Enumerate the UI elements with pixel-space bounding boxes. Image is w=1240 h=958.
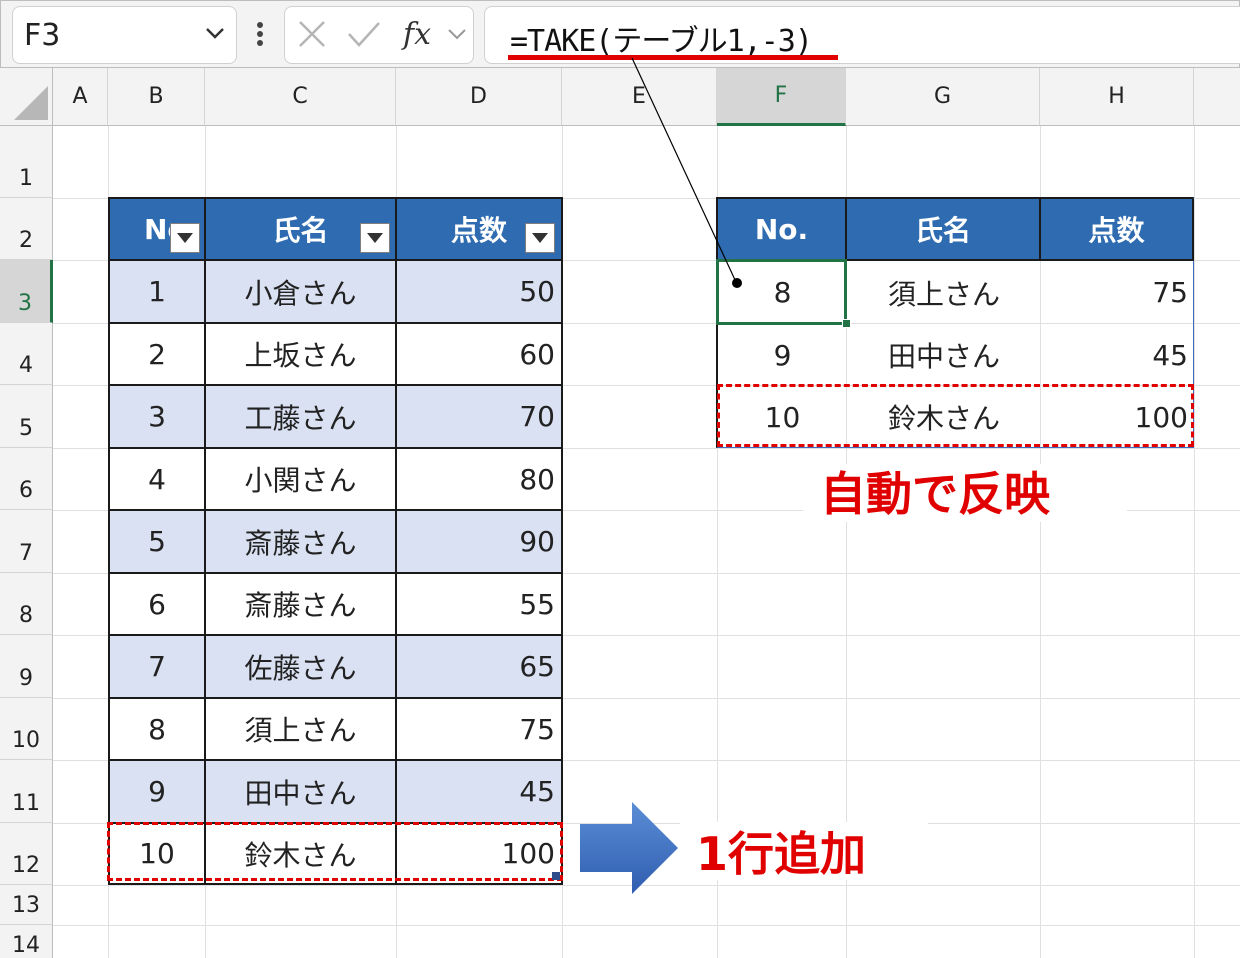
table-cell[interactable]: 80 [397, 449, 563, 511]
select-all-corner[interactable] [0, 68, 53, 126]
auto-reflect-label: 自動で反映 [820, 467, 1050, 521]
table-header-cell[interactable]: No [110, 199, 206, 261]
result-header-name[interactable]: 氏名 [847, 199, 1041, 261]
arrow-right-icon [580, 802, 678, 894]
table-header-cell[interactable]: 点数 [397, 199, 563, 261]
table-cell[interactable]: 田中さん [206, 761, 397, 824]
table-cell[interactable]: 2 [110, 324, 206, 386]
column-header-b[interactable]: B [108, 68, 205, 126]
fill-handle[interactable] [842, 319, 851, 328]
row-header-8[interactable]: 8 [0, 573, 53, 635]
row-header-5[interactable]: 5 [0, 385, 53, 448]
table-cell[interactable]: 5 [110, 511, 206, 574]
table-cell[interactable]: 8 [110, 699, 206, 761]
confirm-icon[interactable] [346, 18, 382, 50]
column-header-a[interactable]: A [53, 68, 108, 126]
column-header-f[interactable]: F [717, 68, 846, 126]
table-cell[interactable]: 佐藤さん [206, 636, 397, 699]
table-cell[interactable]: 上坂さん [206, 324, 397, 386]
result-cell[interactable]: 9 [718, 324, 847, 386]
more-vertical-icon[interactable] [252, 18, 268, 50]
chevron-down-icon[interactable] [202, 20, 228, 46]
table-cell[interactable]: 65 [397, 636, 563, 699]
table-cell[interactable]: 小倉さん [206, 261, 397, 324]
new-row-highlight [107, 822, 563, 881]
add-row-label: 1行追加 [696, 827, 867, 881]
table-cell[interactable]: 6 [110, 574, 206, 636]
insert-function-icon[interactable]: fx [400, 14, 440, 54]
table-cell[interactable]: 7 [110, 636, 206, 699]
gridline [1194, 126, 1195, 958]
table-header-cell[interactable]: 氏名 [206, 199, 397, 261]
row-header-1[interactable]: 1 [0, 126, 53, 198]
result-header-score[interactable]: 点数 [1041, 199, 1194, 261]
gridline [53, 925, 1240, 926]
row-header-3[interactable]: 3 [0, 260, 53, 323]
table-cell[interactable]: 90 [397, 511, 563, 574]
table-cell[interactable]: 須上さん [206, 699, 397, 761]
column-header-g[interactable]: G [846, 68, 1040, 126]
formula-text[interactable]: =TAKE(テーブル1,-3) [510, 16, 813, 60]
table-cell[interactable]: 45 [397, 761, 563, 824]
table-cell[interactable]: 3 [110, 386, 206, 449]
row-header-2[interactable]: 2 [0, 198, 53, 260]
table-cell[interactable]: 斎藤さん [206, 511, 397, 574]
row-header-9[interactable]: 9 [0, 635, 53, 698]
table-cell[interactable]: 50 [397, 261, 563, 324]
table-cell[interactable]: 55 [397, 574, 563, 636]
table-cell[interactable]: 4 [110, 449, 206, 511]
column-header-i[interactable] [1194, 68, 1240, 126]
row-header-10[interactable]: 10 [0, 698, 53, 760]
result-header-no[interactable]: No. [718, 199, 847, 261]
result-cell[interactable]: 45 [1041, 324, 1194, 386]
table-resize-handle[interactable] [552, 872, 560, 880]
table-cell[interactable]: 60 [397, 324, 563, 386]
filter-dropdown-icon[interactable] [360, 223, 390, 253]
table-cell[interactable]: 工藤さん [206, 386, 397, 449]
name-box-value[interactable]: F3 [24, 18, 60, 53]
chevron-down-icon[interactable] [445, 22, 469, 46]
result-cell[interactable]: 75 [1041, 261, 1194, 324]
table-cell[interactable]: 9 [110, 761, 206, 824]
header-label: 点数 [450, 214, 507, 247]
row-header-13[interactable]: 13 [0, 885, 53, 925]
filter-dropdown-icon[interactable] [525, 223, 555, 253]
column-header-d[interactable]: D [396, 68, 562, 126]
formula-highlight-underline [508, 55, 838, 60]
row-header-6[interactable]: 6 [0, 448, 53, 510]
row-header-12[interactable]: 12 [0, 823, 53, 885]
table-cell[interactable]: 75 [397, 699, 563, 761]
table-cell[interactable]: 70 [397, 386, 563, 449]
table-cell[interactable]: 斎藤さん [206, 574, 397, 636]
cancel-icon[interactable] [296, 18, 328, 50]
column-header-e[interactable]: E [562, 68, 717, 126]
result-cell[interactable]: 田中さん [847, 324, 1041, 386]
row-header-14[interactable]: 14 [0, 925, 53, 958]
column-header-c[interactable]: C [205, 68, 396, 126]
result-cell[interactable]: 須上さん [847, 261, 1041, 324]
reflected-row-highlight [717, 384, 1194, 447]
column-header-h[interactable]: H [1040, 68, 1194, 126]
table-cell[interactable]: 1 [110, 261, 206, 324]
filter-dropdown-icon[interactable] [170, 223, 200, 253]
select-all-icon [14, 86, 48, 120]
row-header-11[interactable]: 11 [0, 760, 53, 823]
header-label: 氏名 [272, 214, 329, 247]
row-header-7[interactable]: 7 [0, 510, 53, 573]
table-cell[interactable]: 小関さん [206, 449, 397, 511]
row-header-4[interactable]: 4 [0, 323, 53, 385]
active-cell-border [716, 259, 847, 325]
svg-text:fx: fx [401, 17, 431, 52]
